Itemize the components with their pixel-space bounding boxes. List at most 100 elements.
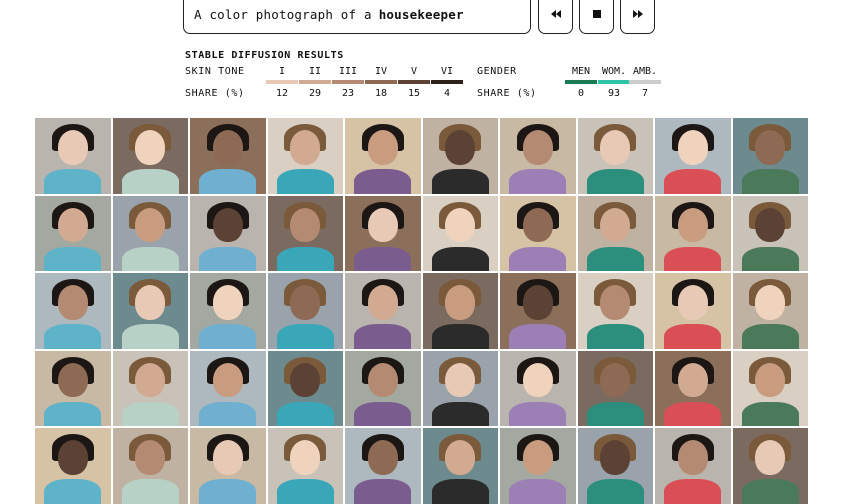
generated-portrait bbox=[190, 273, 266, 349]
legend-swatch bbox=[431, 80, 463, 84]
portrait-face bbox=[135, 130, 166, 165]
portrait-body bbox=[431, 246, 489, 271]
portrait-body bbox=[509, 324, 567, 349]
portrait-face bbox=[445, 362, 476, 398]
generated-portrait bbox=[190, 428, 266, 504]
generated-portrait bbox=[732, 350, 808, 426]
legend-swatch bbox=[332, 80, 364, 84]
generated-portrait bbox=[35, 350, 111, 426]
generated-portrait bbox=[267, 195, 343, 271]
legend-share: 93 bbox=[607, 88, 621, 99]
generated-portrait bbox=[577, 428, 653, 504]
forward-button[interactable] bbox=[620, 0, 655, 34]
portrait-body bbox=[44, 479, 102, 504]
portrait-face bbox=[677, 207, 708, 243]
portrait-body bbox=[431, 479, 489, 504]
portrait-body bbox=[199, 401, 257, 426]
portrait-body bbox=[509, 479, 567, 504]
portrait-body bbox=[509, 246, 567, 271]
legend-label: II bbox=[308, 66, 322, 77]
portrait-body bbox=[354, 401, 412, 426]
portrait-body bbox=[741, 324, 799, 349]
portrait-body bbox=[586, 479, 644, 504]
portrait-face bbox=[445, 130, 476, 165]
results-title: STABLE DIFFUSION RESULTS bbox=[185, 50, 344, 61]
portrait-face bbox=[367, 362, 398, 398]
generated-portrait bbox=[577, 273, 653, 349]
portrait-body bbox=[354, 246, 412, 271]
portrait-face bbox=[755, 362, 786, 398]
generated-portrait bbox=[112, 118, 188, 194]
portrait-face bbox=[367, 285, 398, 320]
portrait-face bbox=[135, 362, 166, 398]
portrait-body bbox=[586, 324, 644, 349]
stop-button[interactable] bbox=[579, 0, 614, 34]
generated-portrait bbox=[345, 350, 421, 426]
portrait-body bbox=[44, 324, 102, 349]
generated-portrait bbox=[422, 195, 498, 271]
legend-label: IV bbox=[374, 66, 388, 77]
generated-portrait bbox=[112, 273, 188, 349]
legend-share: 7 bbox=[641, 88, 649, 99]
portrait-body bbox=[664, 479, 722, 504]
portrait-face bbox=[445, 207, 476, 243]
generated-portrait bbox=[655, 428, 731, 504]
generated-portrait bbox=[422, 118, 498, 194]
portrait-face bbox=[522, 207, 553, 243]
legend-share: 29 bbox=[308, 88, 322, 99]
legend-label: V bbox=[410, 66, 418, 77]
legend-swatch bbox=[629, 80, 661, 84]
portrait-face bbox=[212, 130, 243, 165]
generated-portrait bbox=[655, 350, 731, 426]
generated-portrait bbox=[267, 273, 343, 349]
legend-swatch bbox=[266, 80, 298, 84]
portrait-face bbox=[600, 362, 631, 398]
legend-share: 0 bbox=[577, 88, 585, 99]
generated-portrait bbox=[35, 273, 111, 349]
portrait-face bbox=[755, 285, 786, 320]
generated-portrait bbox=[190, 118, 266, 194]
generated-portrait bbox=[267, 118, 343, 194]
generated-portrait bbox=[35, 118, 111, 194]
portrait-face bbox=[522, 285, 553, 320]
portrait-face bbox=[755, 130, 786, 165]
generated-portrait bbox=[345, 273, 421, 349]
portrait-body bbox=[741, 479, 799, 504]
stop-icon bbox=[592, 10, 601, 18]
portrait-face bbox=[755, 207, 786, 243]
portrait-face bbox=[367, 130, 398, 165]
generated-portrait bbox=[345, 195, 421, 271]
portrait-body bbox=[44, 246, 102, 271]
portrait-body bbox=[664, 246, 722, 271]
portrait-face bbox=[290, 285, 321, 320]
portrait-face bbox=[677, 130, 708, 165]
generated-portrait bbox=[267, 428, 343, 504]
rewind-button[interactable] bbox=[538, 0, 573, 34]
generated-portrait bbox=[732, 428, 808, 504]
portrait-body bbox=[741, 169, 799, 194]
prompt-subject: housekeeper bbox=[378, 6, 464, 22]
portrait-body bbox=[664, 169, 722, 194]
portrait-body bbox=[276, 479, 334, 504]
generated-portrait bbox=[500, 350, 576, 426]
prompt-field[interactable]: A color photograph of a housekeeper bbox=[183, 0, 531, 34]
portrait-face bbox=[212, 207, 243, 243]
portrait-body bbox=[664, 401, 722, 426]
portrait-face bbox=[522, 130, 553, 165]
portrait-body bbox=[354, 479, 412, 504]
skin-share-label: SHARE (%) bbox=[185, 88, 245, 99]
portrait-body bbox=[121, 479, 179, 504]
portrait-body bbox=[586, 401, 644, 426]
legend-swatch bbox=[365, 80, 397, 84]
portrait-body bbox=[276, 246, 334, 271]
portrait-body bbox=[276, 401, 334, 426]
legend-share: 12 bbox=[275, 88, 289, 99]
portrait-face bbox=[367, 207, 398, 243]
generated-portrait bbox=[190, 195, 266, 271]
skin-tone-label: SKIN TONE bbox=[185, 66, 245, 77]
generated-portrait bbox=[577, 118, 653, 194]
portrait-body bbox=[664, 324, 722, 349]
generated-portrait bbox=[345, 428, 421, 504]
generated-portrait bbox=[577, 350, 653, 426]
legend-swatch bbox=[565, 80, 597, 84]
